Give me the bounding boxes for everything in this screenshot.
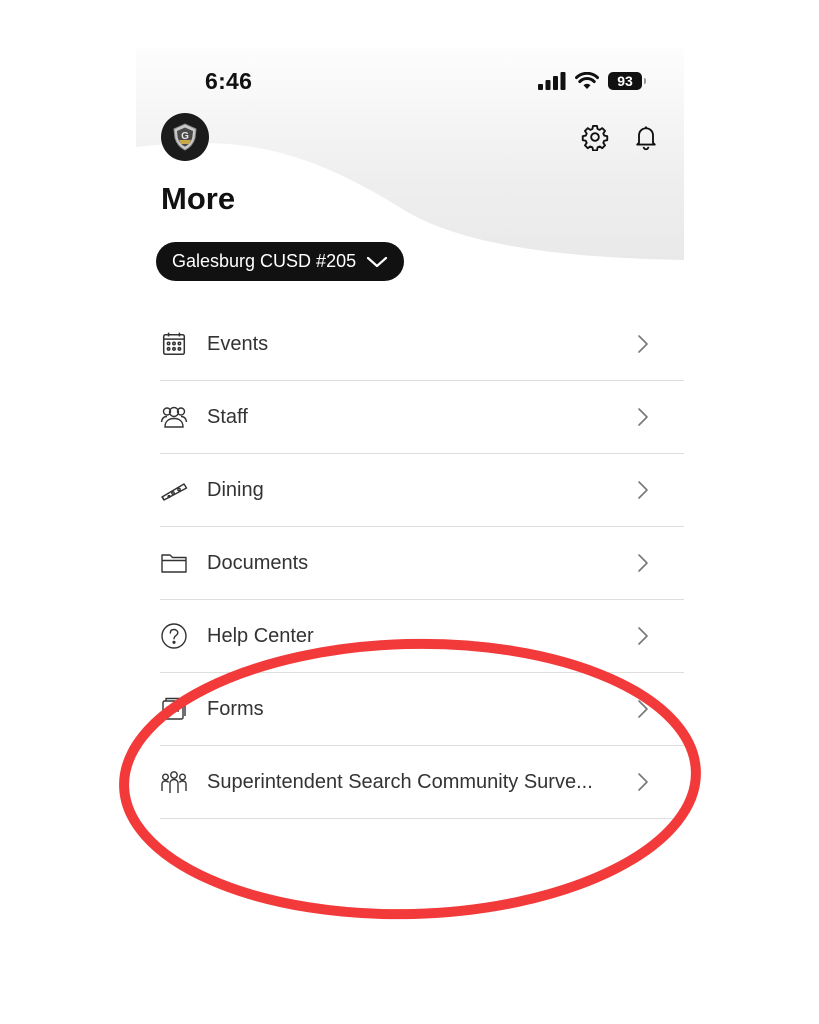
menu-item-label: Staff (207, 405, 248, 428)
menu-item-forms[interactable]: Forms (160, 673, 684, 746)
shield-logo-graphic: G (173, 123, 197, 151)
more-menu-list: Events Staff Dining Documents Help Cente… (160, 308, 684, 819)
screenshot-page: 6:46 93 G More Galesburg CUSD #205 Event… (0, 0, 819, 1024)
settings-button[interactable] (580, 122, 610, 152)
battery-indicator: 93 (608, 72, 646, 90)
menu-item-label: Events (207, 332, 269, 355)
notifications-button[interactable] (631, 122, 661, 152)
menu-item-documents[interactable]: Documents (160, 527, 684, 600)
chevron-right-icon (638, 554, 648, 572)
group-icon (160, 768, 188, 796)
page-title: More (161, 181, 236, 216)
calendar-icon (160, 330, 188, 358)
gear-icon (581, 124, 609, 151)
status-icons: 93 (538, 70, 646, 92)
chevron-right-icon (638, 627, 648, 645)
app-screen: 6:46 93 G More Galesburg CUSD #205 Event… (136, 48, 684, 1024)
svg-text:G: G (181, 131, 189, 142)
chevron-right-icon (638, 773, 648, 791)
menu-item-dining[interactable]: Dining (160, 454, 684, 527)
chevron-right-icon (638, 700, 648, 718)
menu-item-label: Help Center (207, 624, 314, 647)
district-logo-icon[interactable]: G (161, 113, 209, 161)
signal-icon (538, 72, 566, 90)
menu-item-events[interactable]: Events (160, 308, 684, 381)
menu-item-label: Forms (207, 697, 264, 720)
menu-item-superintendent-survey[interactable]: Superintendent Search Community Surve... (160, 746, 684, 819)
menu-item-help-center[interactable]: Help Center (160, 600, 684, 673)
district-selector[interactable]: Galesburg CUSD #205 (156, 242, 405, 281)
pizza-icon (160, 476, 188, 504)
folder-icon (160, 549, 188, 577)
chevron-down-icon (367, 256, 388, 267)
menu-item-label: Superintendent Search Community Surve... (207, 770, 593, 793)
district-selector-label: Galesburg CUSD #205 (172, 251, 357, 271)
wifi-icon (575, 72, 599, 89)
question-icon (160, 622, 188, 650)
status-time: 6:46 (205, 68, 253, 94)
chevron-right-icon (638, 481, 648, 499)
forms-icon (160, 695, 188, 723)
bell-icon (636, 126, 656, 151)
chevron-right-icon (638, 335, 648, 353)
people-icon (160, 403, 188, 431)
menu-item-staff[interactable]: Staff (160, 381, 684, 454)
chevron-right-icon (638, 408, 648, 426)
menu-item-label: Dining (207, 478, 264, 501)
menu-item-label: Documents (207, 551, 309, 574)
status-bar: 6:46 93 (136, 48, 684, 110)
